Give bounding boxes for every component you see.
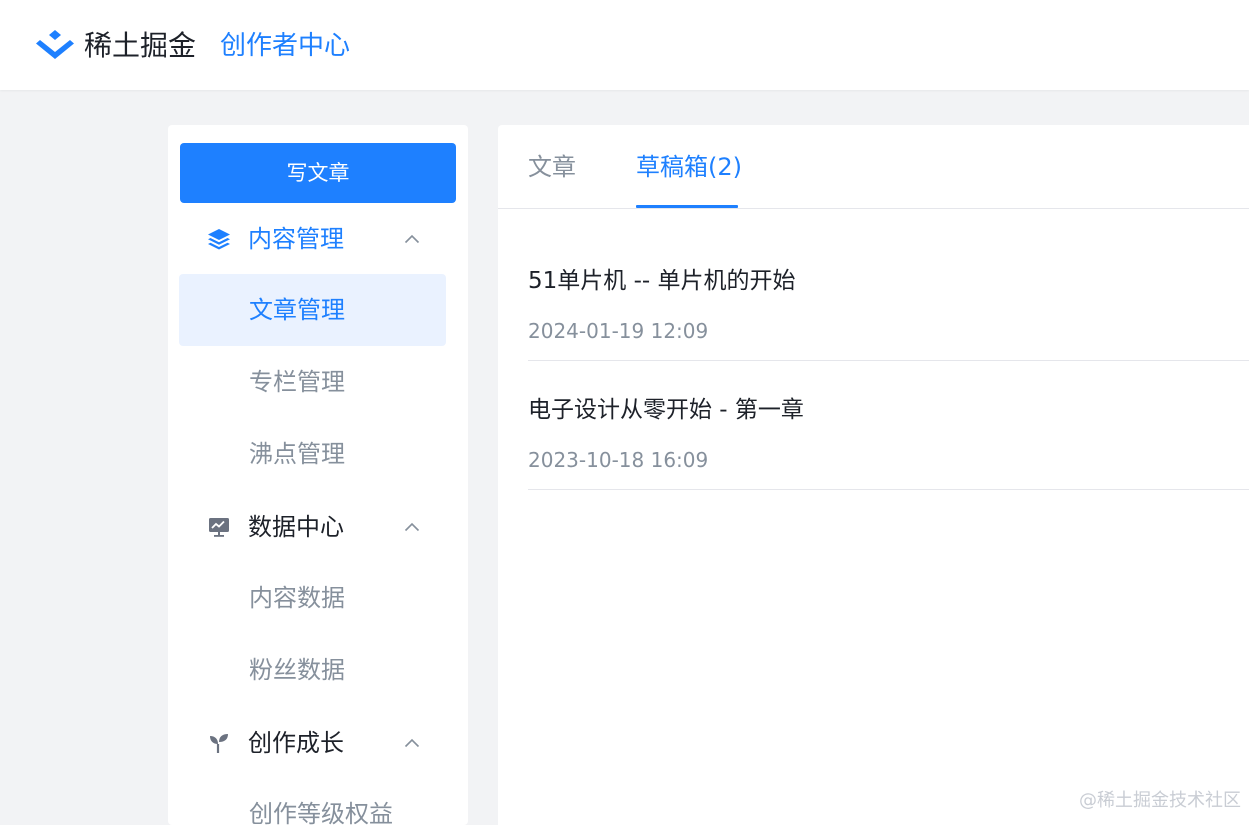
sidebar-group-label: 创作成长	[248, 729, 344, 757]
sidebar-item-label: 创作等级权益	[249, 800, 393, 825]
active-tab-indicator	[636, 205, 738, 208]
draft-title[interactable]: 电子设计从零开始 - 第一章	[528, 393, 804, 427]
article-tabs: 文章 草稿箱(2)	[498, 125, 1249, 209]
sidebar-group-data-center[interactable]: 数据中心	[168, 499, 468, 555]
top-bar: 稀土掘金 创作者中心	[0, 0, 1249, 90]
chart-board-icon	[206, 514, 232, 540]
draft-timestamp: 2023-10-18 16:09	[528, 448, 709, 472]
sidebar-item-follower-data[interactable]: 粉丝数据	[179, 634, 446, 706]
list-item[interactable]: 51单片机 -- 单片机的开始 2024-01-19 12:09	[528, 232, 1249, 361]
sidebar-item-pins-management[interactable]: 沸点管理	[179, 418, 446, 490]
sidebar-item-article-management[interactable]: 文章管理	[179, 274, 446, 346]
sidebar-item-content-data[interactable]: 内容数据	[179, 562, 446, 634]
main-panel: 文章 草稿箱(2) 51单片机 -- 单片机的开始 2024-01-19 12:…	[498, 125, 1249, 825]
sidebar-group-label: 内容管理	[248, 225, 344, 253]
sprout-icon	[206, 730, 232, 756]
sidebar-group-creator-growth[interactable]: 创作成长	[168, 715, 468, 771]
chevron-up-icon	[402, 229, 422, 249]
write-article-button[interactable]: 写文章	[180, 143, 456, 203]
creator-center-link[interactable]: 创作者中心	[220, 26, 350, 66]
sidebar-item-label: 沸点管理	[249, 440, 345, 468]
draft-title[interactable]: 51单片机 -- 单片机的开始	[528, 264, 796, 298]
juejin-logo[interactable]: 稀土掘金	[34, 26, 196, 66]
list-item[interactable]: 电子设计从零开始 - 第一章 2023-10-18 16:09	[528, 361, 1249, 490]
sidebar-item-label: 专栏管理	[249, 368, 345, 396]
tab-drafts[interactable]: 草稿箱(2)	[636, 149, 742, 185]
chevron-up-icon	[402, 733, 422, 753]
sidebar-item-label: 粉丝数据	[249, 656, 345, 684]
tab-articles[interactable]: 文章	[528, 149, 576, 185]
sidebar-item-creator-level[interactable]: 创作等级权益	[179, 778, 446, 825]
chevron-up-icon	[402, 517, 422, 537]
sidebar-group-label: 数据中心	[248, 513, 344, 541]
draft-timestamp: 2024-01-19 12:09	[528, 319, 709, 343]
layers-icon	[206, 226, 232, 252]
sidebar-item-label: 文章管理	[249, 296, 345, 324]
sidebar-group-content-management[interactable]: 内容管理	[168, 211, 468, 267]
sidebar-item-column-management[interactable]: 专栏管理	[179, 346, 446, 418]
watermark: @稀土掘金技术社区	[1079, 790, 1241, 811]
brand-name: 稀土掘金	[84, 29, 197, 62]
sidebar-item-label: 内容数据	[249, 584, 345, 612]
juejin-logo-icon	[36, 30, 74, 59]
sidebar: 写文章 内容管理 文章管理 专栏管理 沸点管理 数据中心 内容数据 粉丝数据 创…	[168, 125, 468, 825]
